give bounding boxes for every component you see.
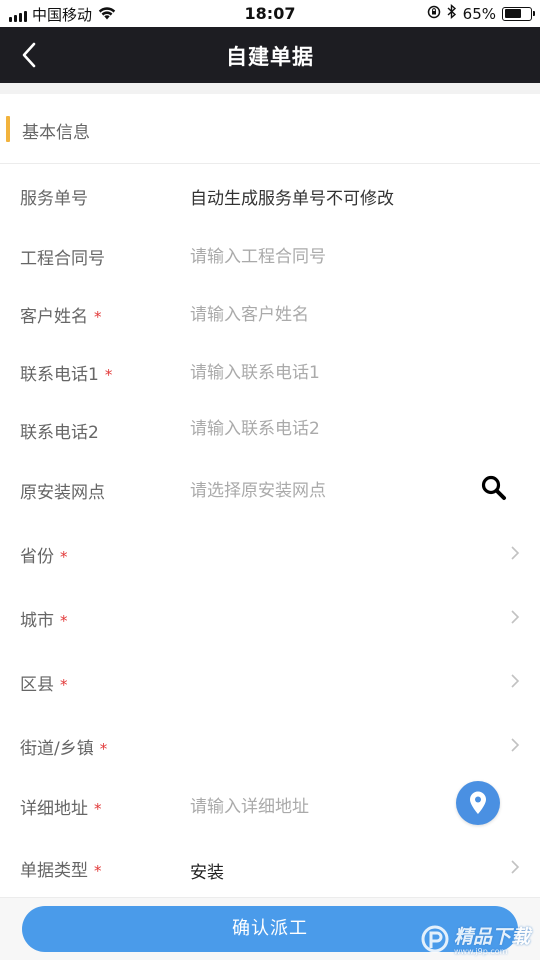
row-customer-name[interactable]: 客户姓名 * 请输入客户姓名 — [0, 282, 540, 340]
label-order-type-text: 单据类型 — [20, 861, 88, 881]
bottom-bar: 确认派工 精品下载 www.j9p.com — [0, 897, 540, 960]
phone1-input[interactable]: 请输入联系电话1 — [190, 358, 320, 383]
section-title: 基本信息 — [22, 123, 90, 143]
label-service-no: 服务单号 — [20, 189, 88, 209]
chevron-right-icon — [510, 737, 520, 753]
label-city-text: 城市 — [20, 611, 54, 631]
page-title: 自建单据 — [226, 45, 314, 69]
label-customer-name: 客户姓名 * — [20, 302, 102, 327]
chevron-right-icon — [510, 609, 520, 625]
label-address: 详细地址 * — [20, 794, 102, 819]
row-street[interactable]: 街道/乡镇 * — [0, 714, 540, 772]
label-original-outlet: 原安装网点 — [20, 483, 105, 503]
label-district: 区县 * — [20, 670, 68, 695]
watermark: 精品下载 www.j9p.com — [420, 922, 530, 956]
battery-icon — [502, 6, 535, 21]
customer-name-input[interactable]: 请输入客户姓名 — [190, 300, 309, 325]
header-spacer — [0, 83, 540, 94]
label-city: 城市 * — [20, 606, 68, 631]
row-original-outlet[interactable]: 原安装网点 请选择原安装网点 — [0, 458, 540, 516]
search-icon[interactable] — [480, 474, 508, 502]
row-phone1[interactable]: 联系电话1 * 请输入联系电话1 — [0, 340, 540, 398]
section-accent-bar — [6, 116, 10, 142]
label-phone1-text: 联系电话1 — [20, 365, 99, 385]
label-district-text: 区县 — [20, 675, 54, 695]
location-pin-icon — [470, 791, 486, 814]
nav-bar: 自建单据 — [0, 27, 540, 83]
chevron-right-icon — [510, 859, 520, 875]
required-mark: * — [104, 366, 113, 384]
label-province: 省份 * — [20, 542, 68, 567]
contract-no-input[interactable]: 请输入工程合同号 — [190, 242, 326, 267]
label-street: 街道/乡镇 * — [20, 734, 107, 759]
required-mark: * — [94, 862, 102, 880]
bluetooth-icon — [447, 3, 457, 23]
order-type-value[interactable]: 安装 — [190, 858, 224, 883]
status-right: 65% — [427, 3, 535, 23]
phone2-input[interactable]: 请输入联系电话2 — [190, 414, 320, 439]
row-address[interactable]: 详细地址 * 请输入详细地址 — [0, 774, 540, 832]
label-street-text: 街道/乡镇 — [20, 739, 94, 759]
label-contract-no: 工程合同号 — [20, 249, 105, 269]
row-phone2[interactable]: 联系电话2 请输入联系电话2 — [0, 398, 540, 456]
row-service-no: 服务单号 自动生成服务单号不可修改 — [0, 166, 540, 224]
required-mark: * — [94, 308, 102, 326]
section-header: 基本信息 — [0, 94, 540, 164]
required-mark: * — [60, 548, 68, 566]
chevron-right-icon — [510, 673, 520, 689]
required-mark: * — [94, 800, 102, 818]
label-customer-name-text: 客户姓名 — [20, 307, 88, 327]
label-order-type: 单据类型 * — [20, 856, 102, 881]
rotation-lock-icon — [427, 5, 441, 23]
row-contract-no[interactable]: 工程合同号 请输入工程合同号 — [0, 224, 540, 282]
watermark-logo-icon — [421, 925, 449, 953]
watermark-text: 精品下载 — [453, 926, 530, 948]
original-outlet-select[interactable]: 请选择原安装网点 — [190, 476, 326, 501]
required-mark: * — [60, 676, 68, 694]
chevron-right-icon — [510, 545, 520, 561]
required-mark: * — [60, 612, 68, 630]
label-phone1: 联系电话1 * — [20, 360, 112, 385]
row-city[interactable]: 城市 * — [0, 586, 540, 644]
row-district[interactable]: 区县 * — [0, 650, 540, 708]
battery-percent: 65% — [462, 4, 496, 23]
value-service-no: 自动生成服务单号不可修改 — [190, 189, 394, 209]
battery-fill — [504, 9, 521, 18]
status-bar: 中国移动 18:07 65% — [0, 0, 540, 27]
location-button[interactable] — [456, 781, 500, 825]
row-order-type[interactable]: 单据类型 * 安装 — [0, 838, 540, 896]
label-province-text: 省份 — [20, 547, 54, 567]
row-province[interactable]: 省份 * — [0, 522, 540, 580]
required-mark: * — [99, 740, 108, 758]
label-address-text: 详细地址 — [20, 799, 88, 819]
address-input[interactable]: 请输入详细地址 — [190, 792, 309, 817]
label-phone2: 联系电话2 — [20, 423, 99, 443]
